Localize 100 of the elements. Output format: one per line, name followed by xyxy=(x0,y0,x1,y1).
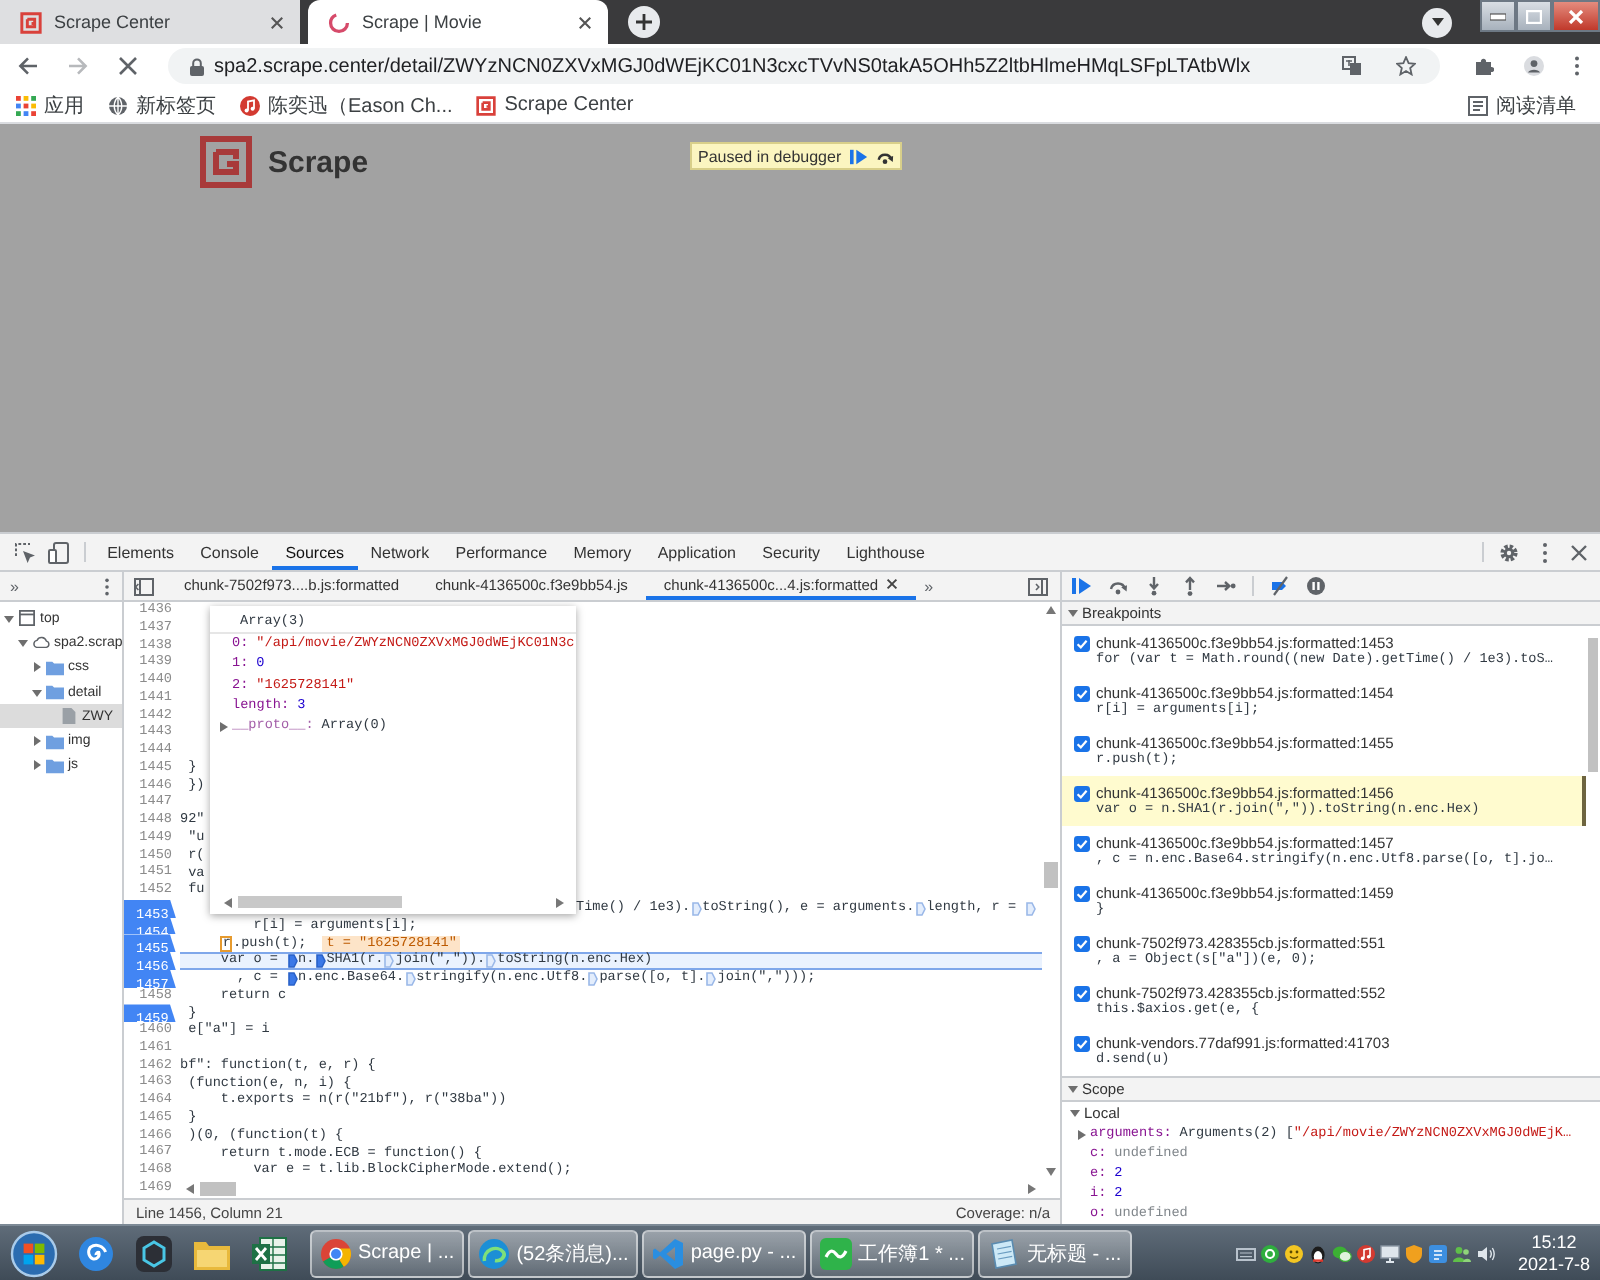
hexagon-icon[interactable] xyxy=(136,1235,172,1271)
breakpoint-checkbox[interactable] xyxy=(1074,785,1090,801)
expand-arrow-icon[interactable] xyxy=(1068,608,1078,618)
scrollbar-thumb[interactable] xyxy=(1044,862,1058,888)
scrollbar-thumb[interactable] xyxy=(1588,638,1598,772)
breakpoint-checkbox[interactable] xyxy=(1074,735,1090,751)
deactivate-breakpoints-icon[interactable] xyxy=(1270,576,1290,596)
breakpoint-checkbox[interactable] xyxy=(1074,885,1090,901)
start-orb-icon[interactable] xyxy=(10,1229,58,1277)
expand-arrow-icon[interactable] xyxy=(32,760,42,771)
resume-icon[interactable] xyxy=(1072,576,1092,596)
step-out-icon[interactable] xyxy=(1180,576,1200,596)
expand-arrow-icon[interactable] xyxy=(1078,1129,1086,1139)
close-button[interactable] xyxy=(1552,0,1600,32)
more-icon[interactable] xyxy=(1542,541,1548,563)
close-icon[interactable] xyxy=(270,15,284,29)
more-tabs-button[interactable]: » xyxy=(916,572,942,600)
document-icon[interactable] xyxy=(1427,1243,1448,1263)
expand-arrow-icon[interactable] xyxy=(1068,1084,1078,1094)
address-bar[interactable]: spa2.scrape.center/detail/ZWYzNCN0ZXVxMGJ0dWEjKC01N3cxcTVvNS0takA5OHh5Z2ltbHlmeHMqLSFpLTAtbWlx xyxy=(168,48,1440,84)
resume-icon[interactable] xyxy=(849,147,868,165)
taskbar-button[interactable]: 工作簿1 * ... xyxy=(810,1229,975,1277)
device-icon[interactable] xyxy=(48,541,70,563)
new-tab-button[interactable] xyxy=(628,6,660,38)
inline-breakpoint-icon[interactable] xyxy=(315,953,326,968)
expand-arrow-icon[interactable] xyxy=(4,613,14,624)
bookmark[interactable]: Scrape Center xyxy=(476,94,634,116)
more-icon[interactable] xyxy=(104,577,110,595)
close-icon[interactable] xyxy=(578,15,592,29)
scrollbar-thumb[interactable] xyxy=(200,1182,236,1196)
inline-breakpoint-icon[interactable] xyxy=(287,971,298,986)
smiley-icon[interactable] xyxy=(1283,1243,1304,1263)
translate-icon[interactable] xyxy=(1342,56,1362,76)
step-over-icon[interactable] xyxy=(1108,576,1128,596)
minimize-button[interactable] xyxy=(1480,0,1516,32)
inspect-icon[interactable] xyxy=(14,541,36,563)
spiral-icon[interactable] xyxy=(78,1235,114,1271)
breakpoint-checkbox[interactable] xyxy=(1074,985,1090,1001)
devtools-tab[interactable]: Performance xyxy=(442,534,561,570)
breakpoint-checkbox[interactable] xyxy=(1074,835,1090,851)
music-note-icon[interactable] xyxy=(1355,1243,1376,1263)
scroll-down-icon[interactable] xyxy=(1046,1168,1056,1176)
devtools-tab[interactable]: Network xyxy=(357,534,443,570)
taskbar-button[interactable]: Scrape | ... xyxy=(310,1229,465,1277)
expand-arrow-icon[interactable] xyxy=(32,687,42,698)
devtools-tab[interactable]: Elements xyxy=(94,534,188,570)
scroll-left-icon[interactable] xyxy=(186,1184,194,1194)
spreadsheet-icon[interactable] xyxy=(252,1235,288,1271)
breakpoint-checkbox[interactable] xyxy=(1074,685,1090,701)
taskbar-button[interactable]: (52条消息)... xyxy=(468,1229,639,1277)
devtools-tab[interactable]: Memory xyxy=(560,534,645,570)
close-icon[interactable] xyxy=(1570,543,1588,561)
close-icon[interactable] xyxy=(886,578,899,590)
devtools-tab[interactable]: Security xyxy=(749,534,834,570)
step-icon[interactable] xyxy=(1216,576,1236,596)
taskbar-button[interactable]: 无标题 - ... xyxy=(978,1229,1132,1277)
scrollbar-thumb[interactable] xyxy=(238,896,402,908)
menu-icon[interactable] xyxy=(1574,56,1580,76)
bookmark[interactable]: 应用 xyxy=(16,91,84,119)
scroll-right-icon[interactable] xyxy=(1028,1184,1036,1194)
keyboard-icon[interactable] xyxy=(1235,1243,1256,1263)
monitor-icon[interactable] xyxy=(1379,1243,1400,1263)
breakpoint-checkbox[interactable] xyxy=(1074,935,1090,951)
puzzle-icon[interactable] xyxy=(1474,56,1494,76)
stop-loading-icon[interactable] xyxy=(118,56,138,76)
scroll-left-icon[interactable] xyxy=(224,897,232,907)
bookmark[interactable]: 新标签页 xyxy=(108,91,216,119)
step-into-icon[interactable] xyxy=(1144,576,1164,596)
sidebar-toggle-icon[interactable] xyxy=(1028,577,1048,595)
expand-arrow-icon[interactable] xyxy=(220,721,228,732)
expand-arrow-icon[interactable] xyxy=(32,662,42,673)
profile-icon[interactable] xyxy=(1524,56,1544,76)
expand-arrow-icon[interactable] xyxy=(1070,1108,1080,1118)
devtools-tab[interactable]: Lighthouse xyxy=(833,534,938,570)
devtools-tab[interactable]: Console xyxy=(187,534,273,570)
scroll-right-icon[interactable] xyxy=(556,897,564,907)
speaker-icon[interactable] xyxy=(1475,1243,1496,1263)
ring-badge-icon[interactable] xyxy=(1259,1243,1280,1263)
inline-breakpoint-icon[interactable] xyxy=(287,953,298,968)
breakpoint-checkbox[interactable] xyxy=(1074,635,1090,651)
chat-bubble-icon[interactable] xyxy=(1331,1243,1352,1263)
tab-search-button[interactable] xyxy=(1422,7,1452,37)
breakpoint-checkbox[interactable] xyxy=(1074,1035,1090,1051)
browser-tab[interactable]: Scrape Center xyxy=(0,0,300,44)
settings-icon[interactable] xyxy=(1498,541,1520,563)
star-icon[interactable] xyxy=(1396,56,1416,76)
back-icon[interactable] xyxy=(18,56,38,76)
expand-arrow-icon[interactable] xyxy=(32,736,42,747)
shield-icon[interactable] xyxy=(1403,1243,1424,1263)
taskbar-button[interactable]: page.py - ... xyxy=(642,1229,807,1277)
sidebar-toggle-icon[interactable] xyxy=(134,577,154,595)
more-tabs-button[interactable]: » xyxy=(10,577,19,595)
people-icon[interactable] xyxy=(1451,1243,1472,1263)
browser-tab[interactable]: Scrape | Movie xyxy=(308,0,608,44)
bookmark[interactable]: 陈奕迅（Eason Ch... xyxy=(240,91,453,119)
pause-on-exceptions-icon[interactable] xyxy=(1306,576,1326,596)
reading-list-button[interactable]: 阅读清单 xyxy=(1468,91,1576,119)
expand-arrow-icon[interactable] xyxy=(18,637,28,648)
penguin-icon[interactable] xyxy=(1307,1243,1328,1263)
maximize-button[interactable] xyxy=(1516,0,1552,32)
